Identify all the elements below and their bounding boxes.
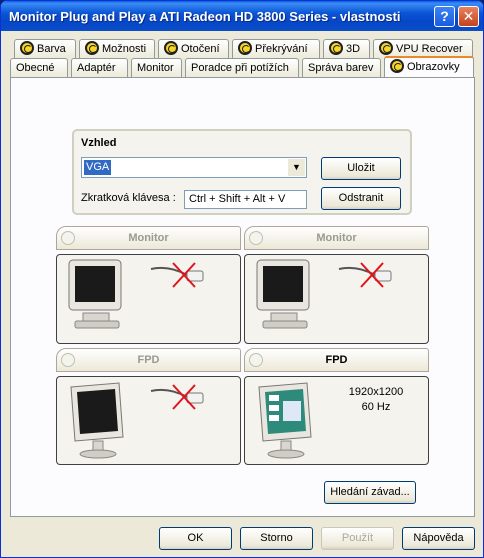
cable-disconnected-icon bbox=[338, 262, 392, 288]
tab-prekryvani[interactable]: Překrývání bbox=[232, 39, 320, 59]
display-header-monitor-1[interactable]: Monitor bbox=[56, 226, 241, 250]
tab-obrazovky[interactable]: Obrazovky bbox=[384, 56, 474, 78]
display-toggle-icon bbox=[61, 353, 75, 367]
display-toggle-icon bbox=[61, 231, 75, 245]
display-toggle-icon bbox=[249, 353, 263, 367]
ati-catalyst-icon bbox=[390, 59, 404, 73]
ok-button[interactable]: OK bbox=[159, 527, 232, 550]
tab-sprava-barev[interactable]: Správa barev bbox=[302, 58, 381, 78]
ati-catalyst-icon bbox=[329, 41, 343, 55]
flat-panel-active-icon bbox=[258, 382, 312, 459]
tab-monitor[interactable]: Monitor bbox=[131, 58, 182, 78]
apply-button[interactable]: Použít bbox=[321, 527, 394, 550]
cancel-button[interactable]: Storno bbox=[240, 527, 313, 550]
cable-disconnected-icon bbox=[150, 262, 204, 288]
tab-otoceni[interactable]: Otočení bbox=[158, 39, 229, 59]
ati-catalyst-icon bbox=[238, 41, 252, 55]
cable-disconnected-icon bbox=[150, 384, 204, 410]
remove-button[interactable]: Odstranit bbox=[321, 187, 401, 210]
save-button[interactable]: Uložit bbox=[321, 157, 401, 180]
display-box-fpd-1[interactable] bbox=[56, 376, 241, 465]
tab-moznosti[interactable]: Možnosti bbox=[79, 39, 155, 59]
display-refresh-rate: 60 Hz bbox=[361, 401, 391, 413]
display-header-fpd-2[interactable]: FPD bbox=[244, 348, 429, 372]
flat-panel-icon bbox=[70, 382, 124, 459]
tab-obecne[interactable]: Obecné bbox=[10, 58, 68, 78]
display-box-monitor-1[interactable] bbox=[56, 254, 241, 344]
tab-adapter[interactable]: Adaptér bbox=[71, 58, 128, 78]
hotkey-field[interactable]: Ctrl + Shift + Alt + V bbox=[184, 190, 307, 209]
ati-catalyst-icon bbox=[20, 41, 34, 55]
display-info: 1920x1200 60 Hz bbox=[333, 385, 419, 415]
ati-catalyst-icon bbox=[164, 41, 178, 55]
display-toggle-icon bbox=[249, 231, 263, 245]
window-title: Monitor Plug and Play a ATI Radeon HD 38… bbox=[9, 9, 401, 24]
display-header-fpd-1[interactable]: FPD bbox=[56, 348, 241, 372]
title-bar[interactable]: Monitor Plug and Play a ATI Radeon HD 38… bbox=[1, 1, 483, 31]
tab-barva[interactable]: Barva bbox=[14, 39, 76, 59]
hotkey-label: Zkratková klávesa : bbox=[81, 192, 176, 204]
help-button[interactable]: Nápověda bbox=[402, 527, 475, 550]
scheme-select-value: VGA bbox=[84, 160, 112, 175]
ati-catalyst-icon bbox=[379, 41, 393, 55]
scheme-group-title: Vzhled bbox=[81, 137, 117, 149]
scheme-select[interactable]: VGA ▼ bbox=[81, 157, 307, 178]
detect-displays-button[interactable]: Hledání závad... bbox=[324, 481, 416, 504]
crt-monitor-icon bbox=[68, 259, 122, 329]
tab-3d[interactable]: 3D bbox=[323, 39, 370, 59]
close-button[interactable]: ✕ bbox=[458, 6, 479, 27]
ati-catalyst-icon bbox=[85, 41, 99, 55]
tab-poradce[interactable]: Poradce při potížích bbox=[185, 58, 299, 78]
display-box-monitor-2[interactable] bbox=[244, 254, 429, 344]
properties-dialog: Monitor Plug and Play a ATI Radeon HD 38… bbox=[0, 0, 484, 558]
display-header-monitor-2[interactable]: Monitor bbox=[244, 226, 429, 250]
display-box-fpd-2[interactable]: 1920x1200 60 Hz bbox=[244, 376, 429, 465]
chevron-down-icon[interactable]: ▼ bbox=[288, 159, 305, 176]
crt-monitor-icon bbox=[256, 259, 310, 329]
help-title-button[interactable]: ? bbox=[434, 6, 455, 27]
display-resolution: 1920x1200 bbox=[348, 386, 404, 398]
